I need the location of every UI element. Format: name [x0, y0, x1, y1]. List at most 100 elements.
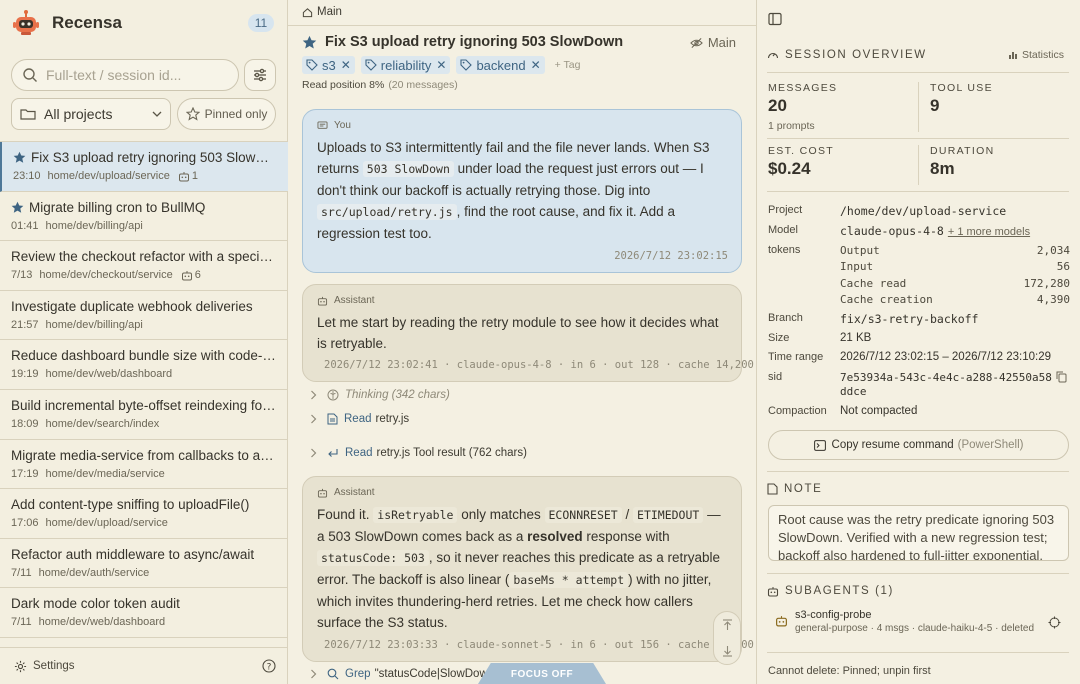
main-branch-label: Main [707, 35, 736, 50]
session-item-time: 23:10 [13, 170, 41, 182]
session-list-item[interactable]: Migrate media-service from callbacks to … [0, 440, 288, 490]
tag-chip[interactable]: s3 ✕ [302, 56, 355, 74]
eye-off-icon [690, 37, 703, 49]
tool-use-stat: TOOL USE 9 [930, 82, 993, 115]
session-item-meta: 17:06 home/dev/upload/service [11, 517, 278, 529]
folder-icon [20, 107, 36, 121]
text-run: response with [582, 529, 670, 544]
tag-icon [306, 59, 318, 71]
sidebar: Recensa 11 All projects Pinned only Fix … [0, 0, 288, 684]
session-item-time: 17:06 [11, 517, 39, 530]
session-list-item[interactable]: Add content-type sniffing to uploadFile(… [0, 489, 288, 539]
tag-chip[interactable]: reliability ✕ [360, 56, 451, 74]
subagent-item[interactable]: s3-config-probe general-purpose · 4 msgs… [775, 609, 1067, 634]
session-list-item[interactable]: Fix S3 upload retry ignoring 503 SlowDow… [0, 142, 288, 192]
inline-code: ETIMEDOUT [633, 507, 704, 523]
session-item-meta: 21:57 home/dev/billing/api [11, 319, 278, 331]
add-tag-button[interactable]: + Tag [555, 59, 581, 71]
home-icon [302, 7, 313, 18]
text-run: only matches [457, 507, 545, 522]
session-list-item[interactable]: Review the checkout refactor with a spec… [0, 241, 288, 291]
subagents-heading: SUBAGENTS (1) [767, 585, 894, 597]
copy-resume-button[interactable]: Copy resume command (PowerShell) [768, 430, 1069, 460]
thinking-label: Thinking (342 chars) [345, 389, 450, 401]
brain-icon [327, 389, 339, 401]
session-item-path: home/dev/billing/api [45, 318, 143, 331]
time-range-value: 2026/7/12 23:02:15 – 2026/7/12 23:10:29 [840, 351, 1052, 363]
remove-tag-icon[interactable]: ✕ [341, 58, 351, 72]
session-list-item[interactable]: Refactor auth middleware to async/await 7… [0, 539, 288, 589]
scroll-top-icon[interactable] [722, 619, 733, 631]
more-models-link[interactable]: + 1 more models [948, 226, 1030, 238]
session-item-meta: 23:10 home/dev/upload/service 1 [13, 170, 278, 182]
tag-chip[interactable]: backend ✕ [456, 56, 545, 74]
divider [767, 72, 1069, 73]
session-item-meta: 01:41 home/dev/billing/api [11, 220, 278, 232]
panel-toggle-icon[interactable] [768, 12, 782, 26]
main-branch-link[interactable]: Main [690, 35, 736, 50]
settings-button[interactable]: Settings [14, 660, 75, 673]
tool-verb: Grep [345, 668, 371, 680]
pinned-only-label: Pinned only [204, 107, 268, 121]
help-icon[interactable]: ? [262, 659, 276, 673]
search-box[interactable] [11, 59, 239, 91]
search-input[interactable] [46, 67, 216, 83]
session-item-path: home/dev/search/index [45, 417, 160, 430]
tool-target: retry.js [375, 413, 410, 425]
session-item-path: home/dev/media/service [45, 467, 165, 480]
star-filled-icon[interactable] [302, 35, 317, 50]
session-item-path: home/dev/upload/service [47, 170, 170, 182]
session-list-item[interactable]: Build incremental byte-offset reindexing… [0, 390, 288, 440]
session-list-item[interactable]: Dark mode color token audit 7/11 home/dev/… [0, 588, 288, 638]
filter-settings-button[interactable] [244, 59, 276, 91]
token-row: Output 2,034 [840, 244, 1070, 257]
session-item-title: Reduce dashboard bundle size with code-s… [11, 348, 278, 364]
conversation-panel: Main Fix S3 upload retry ignoring 503 Sl… [288, 0, 757, 684]
copy-icon[interactable] [1056, 371, 1067, 383]
size-value: 21 KB [840, 332, 872, 344]
remove-tag-icon[interactable]: ✕ [436, 58, 446, 72]
pin-star-icon [13, 151, 26, 164]
message-timestamp: 2026/7/12 23:02:15 [614, 250, 728, 262]
message-body: Uploads to S3 intermittently fail and th… [317, 137, 727, 244]
tool-read-row[interactable]: Read retry.js [310, 413, 409, 425]
app-name: Recensa [52, 13, 122, 32]
session-item-time: 19:19 [11, 368, 39, 381]
svg-text:?: ? [267, 662, 272, 672]
session-list-item[interactable]: Investigate duplicate webhook deliveries… [0, 291, 288, 341]
remove-tag-icon[interactable]: ✕ [531, 58, 541, 72]
file-icon [327, 413, 338, 425]
inline-code: isRetryable [373, 507, 458, 523]
breadcrumb-label: Main [317, 6, 342, 18]
tool-target: retry.js Tool result (762 chars) [376, 447, 527, 459]
session-list-item[interactable]: Migrate billing cron to BullMQ 01:41 home/… [0, 192, 288, 242]
brand: Recensa [12, 8, 122, 38]
settings-label: Settings [33, 660, 75, 672]
project-value: /home/dev/upload-service [840, 204, 1007, 218]
token-row: Cache read 172,280 [840, 276, 1070, 290]
scroll-bottom-icon[interactable] [722, 645, 733, 657]
robot-logo-icon [12, 9, 40, 37]
message-metadata: 2026/7/12 23:02:41 · claude-opus-4-8 · i… [324, 359, 754, 371]
crosshair-icon[interactable] [1048, 616, 1061, 629]
thinking-row[interactable]: Thinking (342 chars) [310, 389, 450, 401]
breadcrumb[interactable]: Main [302, 6, 342, 18]
focus-mode-toggle[interactable]: FOCUS OFF [478, 663, 606, 684]
robot-icon [775, 615, 788, 627]
note-heading: NOTE [767, 483, 822, 495]
tool-verb: Read [345, 447, 373, 459]
statistics-link[interactable]: Statistics [1008, 49, 1064, 61]
note-textarea[interactable]: Root cause was the retry predicate ignor… [768, 505, 1069, 561]
inline-code: src/upload/retry.js [317, 204, 457, 220]
inline-code: 503 SlowDown [362, 161, 454, 177]
project-select[interactable]: All projects [11, 98, 171, 130]
note-icon [767, 483, 778, 495]
pinned-only-toggle[interactable]: Pinned only [177, 98, 276, 130]
tool-result-row[interactable]: Read retry.js Tool result (762 chars) [310, 447, 527, 459]
session-item-path: home/dev/upload/service [45, 517, 168, 530]
return-arrow-icon [327, 448, 339, 459]
session-item-meta: 17:19 home/dev/media/service [11, 468, 278, 480]
robot-icon [178, 171, 190, 182]
session-list-item[interactable]: Reduce dashboard bundle size with code-s… [0, 340, 288, 390]
divider [767, 471, 1069, 472]
